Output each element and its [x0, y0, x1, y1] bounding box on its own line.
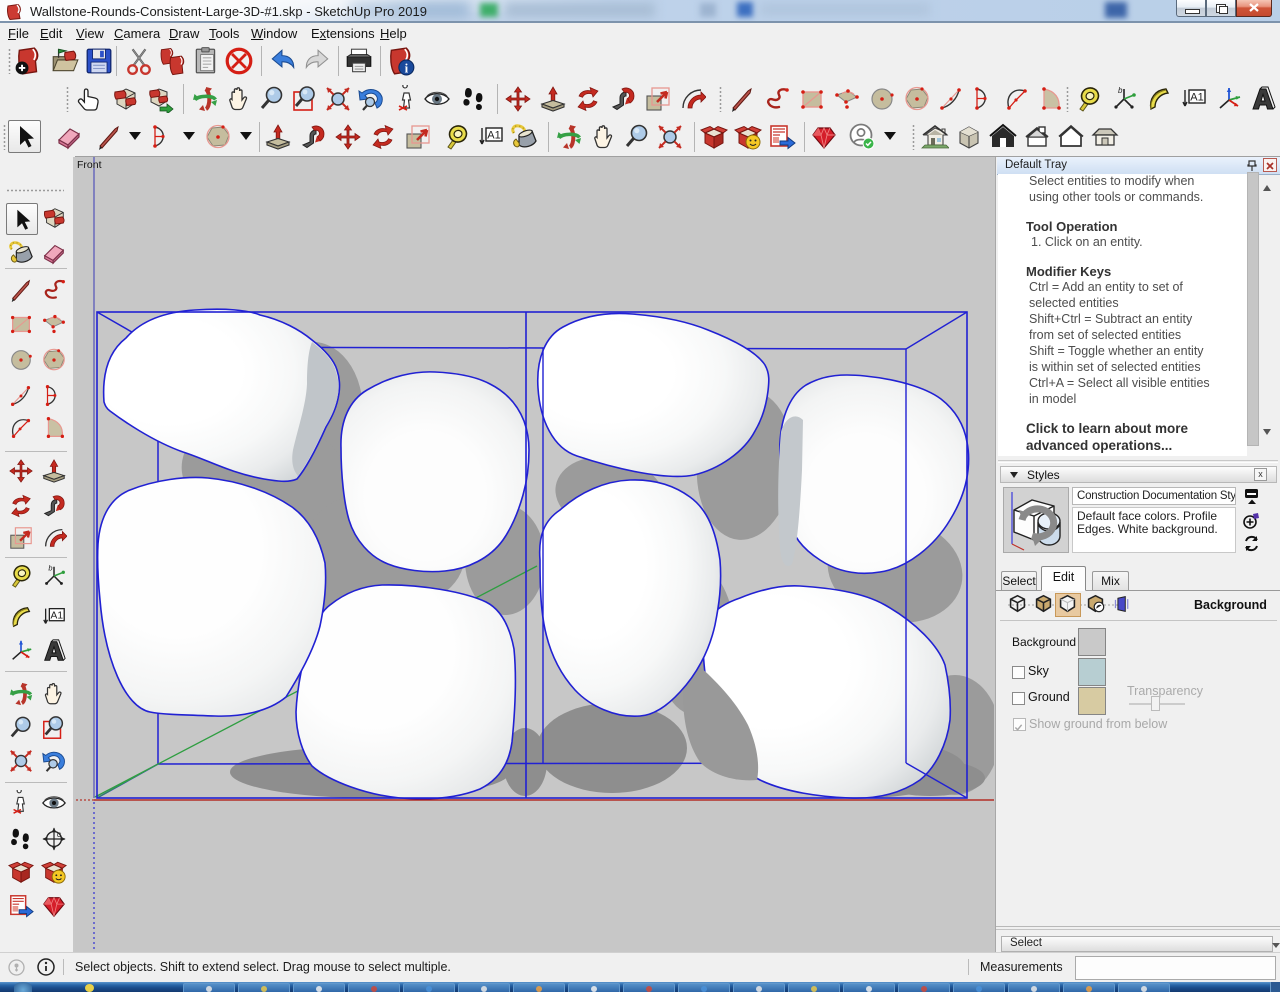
svg-text:Front: Front [77, 159, 102, 171]
